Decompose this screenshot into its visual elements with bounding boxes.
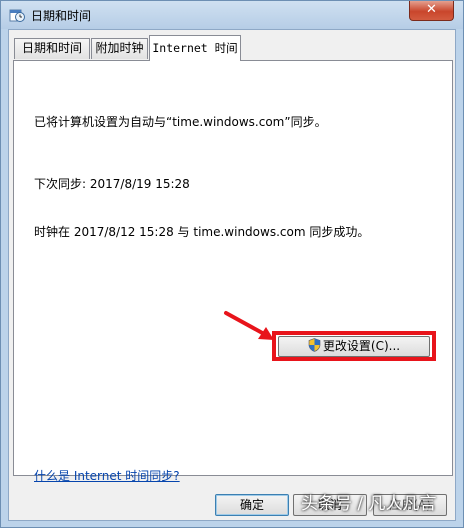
ok-button[interactable]: 确定 — [215, 494, 289, 516]
change-settings-label: 更改设置(C)... — [322, 339, 401, 353]
tab-additional-clocks[interactable]: 附加时钟 — [91, 38, 148, 59]
next-sync-text: 下次同步: 2017/8/19 15:28 — [34, 177, 190, 191]
tab-internet-time[interactable]: Internet 时间 — [149, 35, 241, 61]
close-button[interactable]: ✕ — [409, 1, 454, 21]
last-sync-text: 时钟在 2017/8/12 15:28 与 time.windows.com 同… — [34, 225, 370, 239]
date-time-dialog: 日期和时间 ✕ 日期和时间 附加时钟 Internet 时间 已将计算机设置为自… — [0, 0, 464, 528]
internet-time-help-link[interactable]: 什么是 Internet 时间同步? — [34, 467, 180, 484]
sync-status-text: 已将计算机设置为自动与“time.windows.com”同步。 — [34, 115, 327, 129]
title-bar[interactable]: 日期和时间 ✕ — [1, 1, 463, 29]
watermark-text: 头条号 / 凡人凡言 — [301, 494, 437, 514]
clock-calendar-icon — [9, 9, 25, 22]
window-title: 日期和时间 — [31, 9, 92, 23]
tab-date-time[interactable]: 日期和时间 — [14, 38, 90, 59]
dialog-body: 日期和时间 附加时钟 Internet 时间 已将计算机设置为自动与“time.… — [8, 29, 456, 521]
internet-time-panel: 已将计算机设置为自动与“time.windows.com”同步。 下次同步: 2… — [13, 60, 453, 483]
change-settings-button[interactable]: 更改设置(C)... — [278, 336, 430, 357]
uac-shield-icon — [308, 338, 321, 352]
